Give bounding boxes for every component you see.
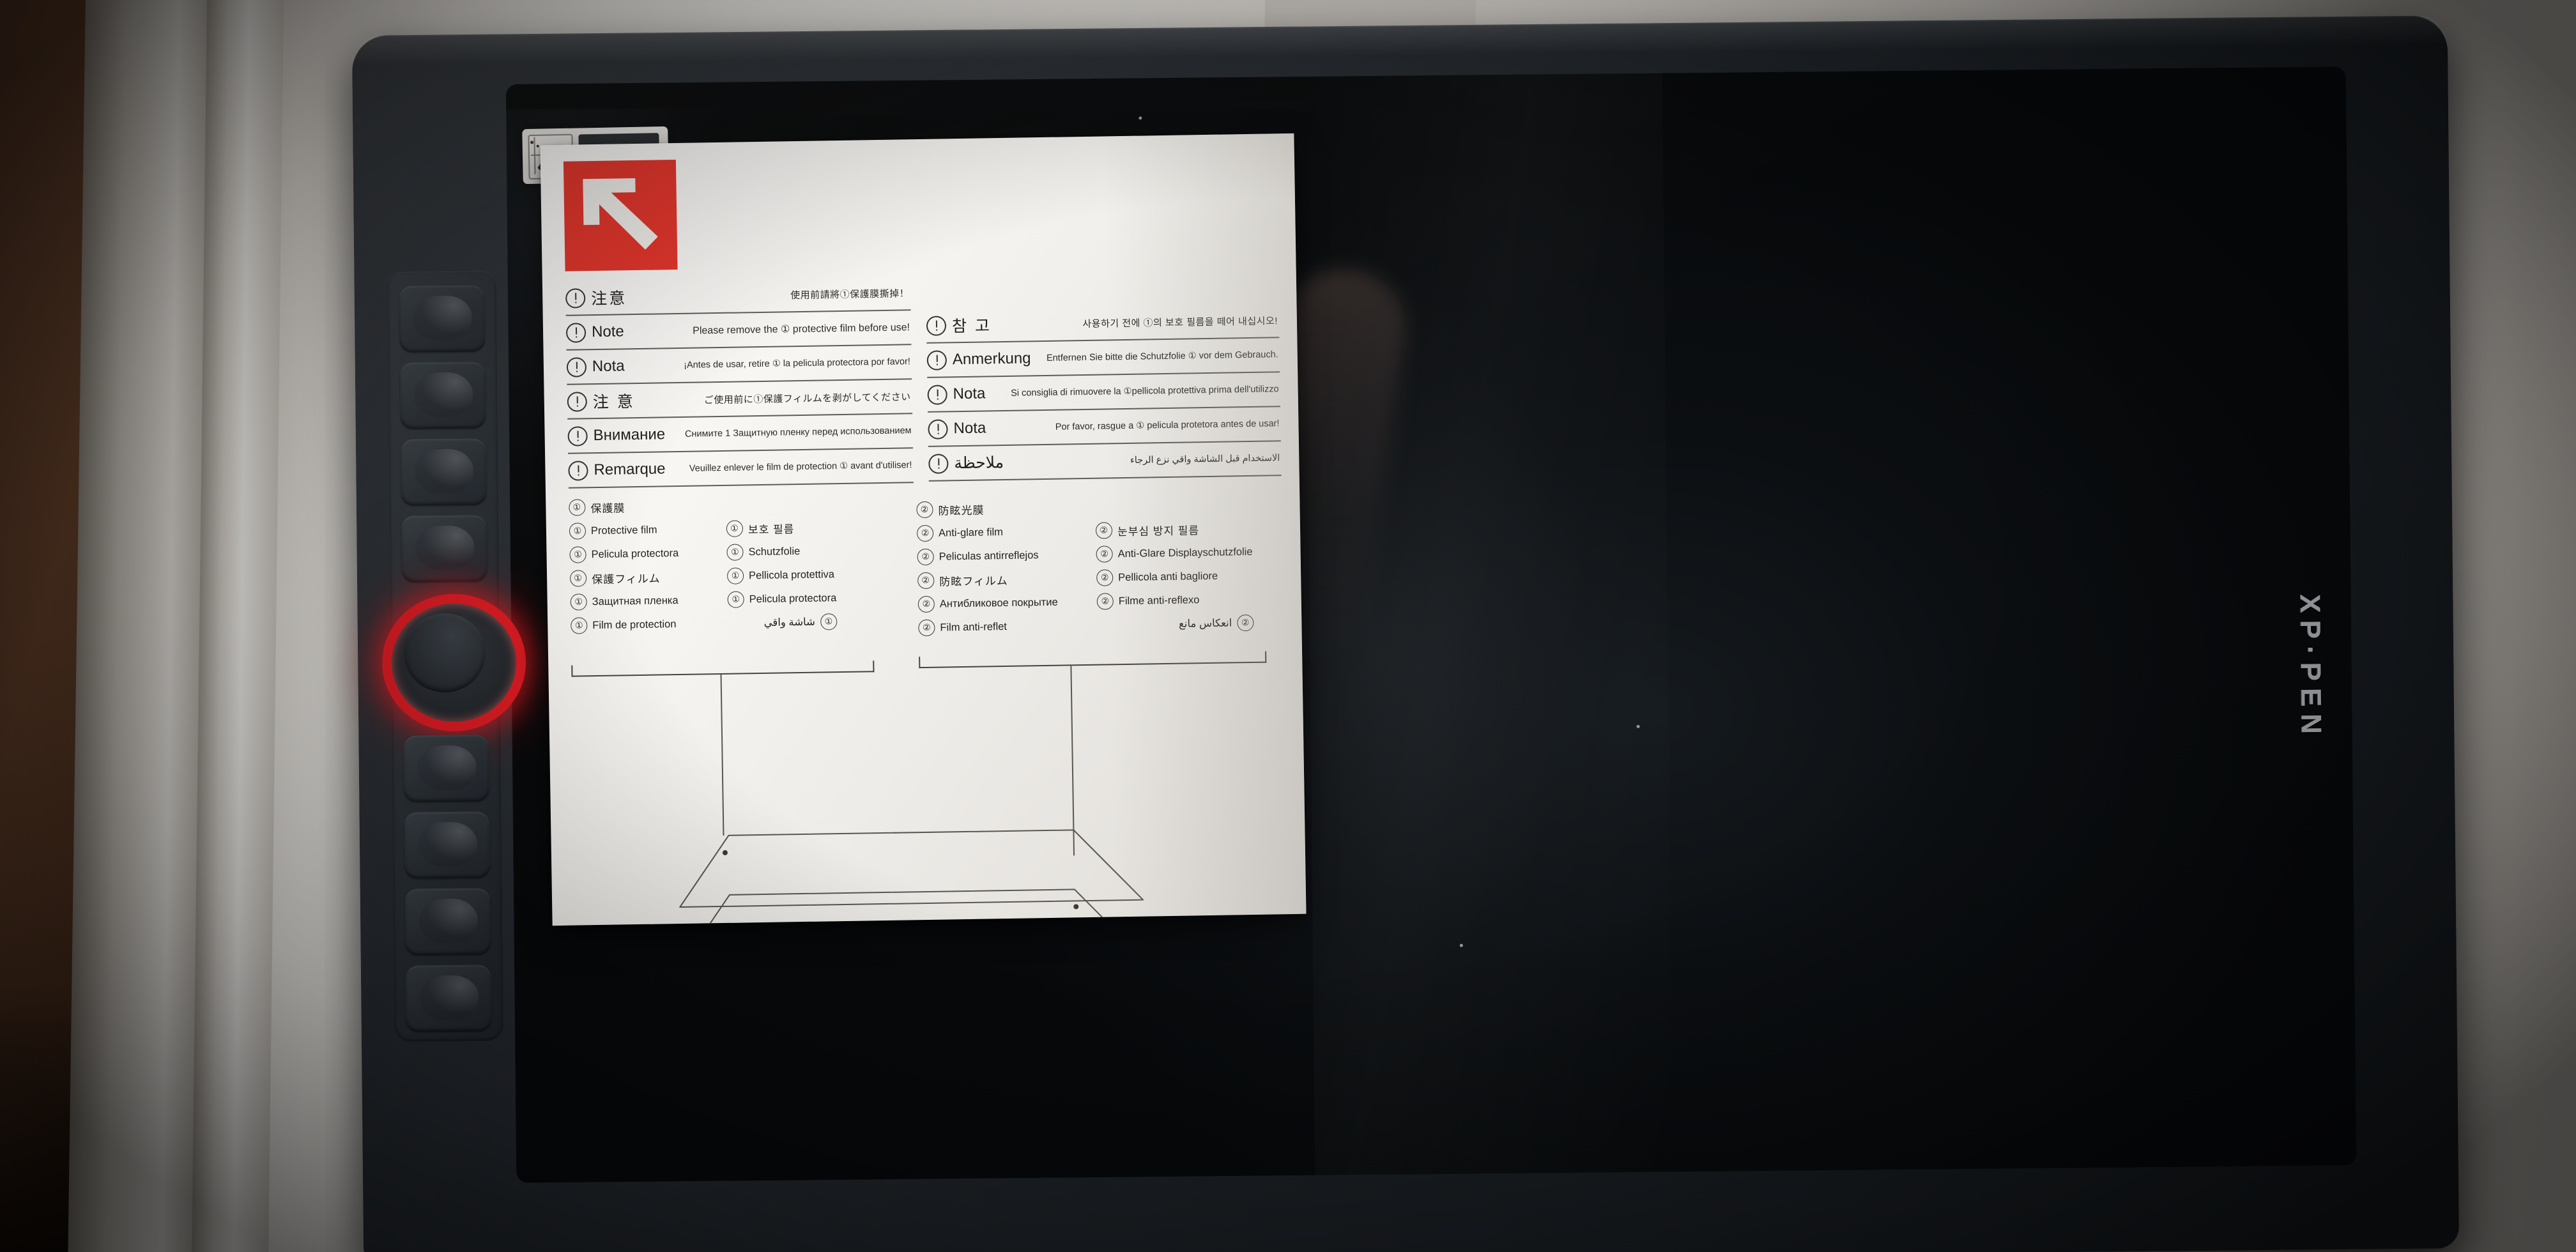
express-key-6[interactable] — [404, 811, 491, 879]
express-key-3[interactable] — [400, 438, 487, 506]
dial-center-button[interactable] — [403, 613, 486, 693]
dust-speck — [1459, 943, 1463, 947]
exploded-film-layers-diagram — [540, 134, 1306, 926]
express-key-1[interactable] — [399, 285, 486, 353]
express-key-5[interactable] — [403, 735, 490, 802]
red-dial-wheel[interactable] — [381, 593, 527, 732]
instruction-sheet: 注意 使用前請將①保護膜撕掉！ Note Please remove the ①… — [540, 133, 1307, 926]
express-key-strip — [381, 271, 527, 1042]
photo-scene: XP·PEN 注意 使用前請將①保護膜撕掉！ Note Please remov… — [0, 0, 2576, 1252]
express-key-4[interactable] — [401, 515, 487, 583]
packaging-box-inner-lip — [191, 0, 284, 1252]
express-key-2[interactable] — [399, 362, 486, 429]
dust-speck — [1636, 724, 1640, 728]
express-key-7[interactable] — [404, 888, 491, 956]
express-key-8[interactable] — [405, 965, 492, 1032]
xp-pen-brand-logo: XP·PEN — [2294, 594, 2327, 742]
screen-sheen — [1304, 73, 1673, 1175]
dust-speck — [1138, 116, 1142, 120]
